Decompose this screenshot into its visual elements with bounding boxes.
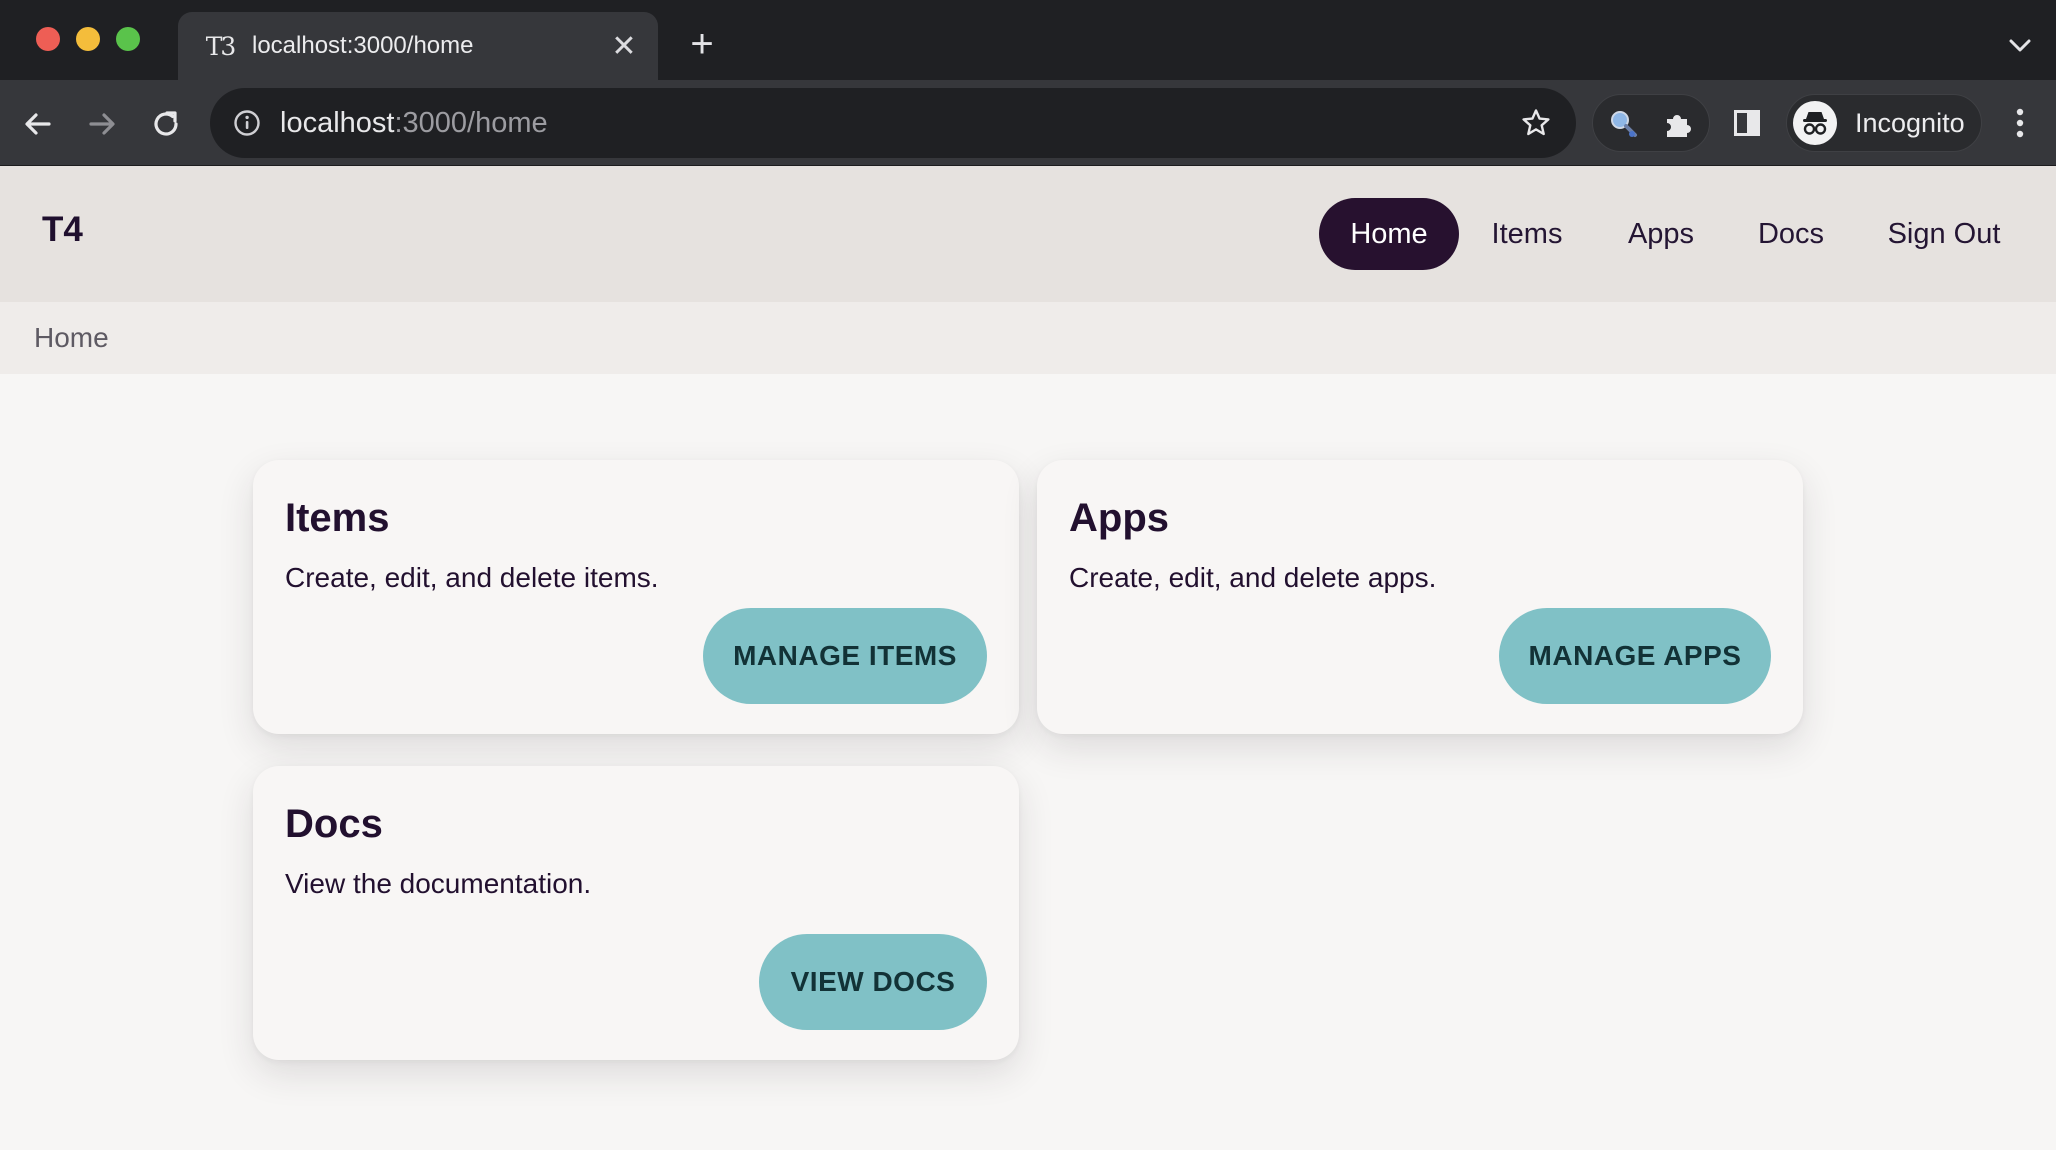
tab-title: localhost:3000/home [252,32,474,59]
forward-arrow-icon[interactable] [78,100,126,148]
nav-home[interactable]: Home [1319,198,1459,270]
nav-sign-out[interactable]: Sign Out [1872,198,2016,270]
main-content: Items Create, edit, and delete items. MA… [0,374,2056,1150]
window-zoom-button[interactable] [116,27,140,51]
t3-favicon-icon: T3 [205,31,237,61]
new-tab-plus-icon[interactable]: + [680,22,724,66]
app-logo[interactable]: T4 [42,210,83,250]
magnifier-extension-icon[interactable] [1603,103,1645,145]
docs-card-description: View the documentation. [285,868,592,899]
browser-tab-strip: T3 localhost:3000/home ✕ + [0,0,2056,80]
manage-items-button[interactable]: MANAGE ITEMS [703,608,987,704]
profile-label: Incognito [1855,107,1965,138]
nav-docs[interactable]: Docs [1740,198,1842,270]
window-close-button[interactable] [36,27,60,51]
address-url: localhost:3000/home [280,107,1514,140]
address-path: :3000/home [394,106,548,139]
address-host: localhost [280,106,395,139]
browser-tab-active[interactable]: T3 localhost:3000/home ✕ [178,12,658,80]
breadcrumb: Home [0,302,2056,374]
side-panel-icon[interactable] [1724,100,1770,146]
apps-card-title: Apps [1069,496,1169,540]
site-info-icon[interactable] [232,108,262,138]
extensions-group [1592,94,1710,152]
incognito-icon [1793,101,1837,145]
breadcrumb-home[interactable]: Home [34,322,109,354]
nav-apps[interactable]: Apps [1607,198,1715,270]
items-card: Items Create, edit, and delete items. MA… [253,460,1019,734]
window-minimize-button[interactable] [76,27,100,51]
bookmark-star-icon[interactable] [1514,101,1558,145]
view-docs-button[interactable]: VIEW DOCS [759,934,987,1030]
nav-items[interactable]: Items [1475,198,1579,270]
manage-apps-button[interactable]: MANAGE APPS [1499,608,1771,704]
reload-icon[interactable] [142,100,190,148]
tab-close-icon[interactable]: ✕ [604,26,644,66]
incognito-profile-button[interactable]: Incognito [1786,94,1982,152]
back-arrow-icon[interactable] [14,100,62,148]
docs-card: Docs View the documentation. VIEW DOCS [253,766,1019,1060]
apps-card-description: Create, edit, and delete apps. [1069,562,1437,593]
items-card-title: Items [285,496,390,540]
tab-search-chevron-down-icon[interactable] [2000,26,2040,66]
browser-menu-kebab-icon[interactable] [2000,100,2040,146]
browser-toolbar: localhost:3000/home Incognito [0,80,2056,166]
items-card-description: Create, edit, and delete items. [285,562,659,593]
app-header: T4 Home Items Apps Docs Sign Out [0,166,2056,302]
address-bar[interactable]: localhost:3000/home [210,88,1576,158]
docs-card-title: Docs [285,802,383,846]
apps-card: Apps Create, edit, and delete apps. MANA… [1037,460,1803,734]
puzzle-extensions-icon[interactable] [1657,103,1699,145]
